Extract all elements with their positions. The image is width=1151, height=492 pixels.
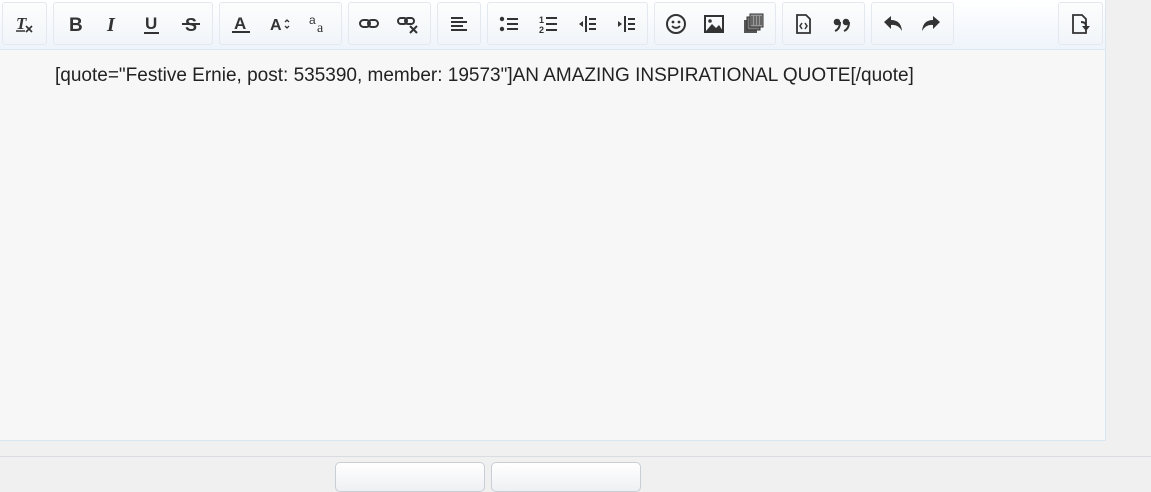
smilie-button[interactable]: [660, 7, 692, 41]
italic-icon: I: [102, 13, 124, 35]
font-family-icon: aa: [308, 13, 330, 35]
media-button[interactable]: [737, 7, 769, 41]
bold-icon: B: [64, 13, 86, 35]
toolbar-group-history: [871, 2, 954, 45]
numbered-list-button[interactable]: 12: [532, 7, 564, 41]
svg-text:a: a: [309, 13, 316, 27]
editor-textarea[interactable]: [quote="Festive Ernie, post: 535390, mem…: [0, 50, 1106, 441]
remove-link-button[interactable]: [392, 7, 424, 41]
redo-icon: [920, 13, 942, 35]
toolbar-group-align: [437, 2, 481, 45]
toolbar-group-mode: [1058, 2, 1103, 45]
toolbar-group-lists: 12: [487, 2, 648, 45]
align-left-button[interactable]: [443, 7, 475, 41]
toggle-bbcode-button[interactable]: [1064, 7, 1096, 41]
font-size-icon: A: [269, 13, 291, 35]
insert-image-icon: [703, 13, 725, 35]
strikethrough-icon: S: [180, 13, 202, 35]
align-left-icon: [448, 13, 470, 35]
italic-button[interactable]: I: [97, 7, 129, 41]
undo-icon: [882, 13, 904, 35]
indent-button[interactable]: [610, 7, 642, 41]
numbered-list-icon: 12: [537, 13, 559, 35]
svg-text:B: B: [69, 15, 83, 35]
toggle-bbcode-icon: [1069, 13, 1091, 35]
toolbar-group-code: [782, 2, 865, 45]
text-color-button[interactable]: A: [225, 7, 257, 41]
code-button[interactable]: [787, 7, 819, 41]
svg-text:2: 2: [539, 25, 544, 35]
redo-button[interactable]: [915, 7, 947, 41]
remove-format-icon: T: [13, 13, 35, 35]
quote-icon: [831, 13, 853, 35]
outdent-icon: [576, 13, 598, 35]
toolbar-group-clear: T: [2, 2, 47, 45]
underline-button[interactable]: U: [136, 7, 168, 41]
toolbar-group-text-style: B I U S: [53, 2, 213, 45]
svg-text:I: I: [106, 14, 116, 35]
quote-button[interactable]: [826, 7, 858, 41]
bulleted-list-icon: [498, 13, 520, 35]
insert-image-button[interactable]: [698, 7, 730, 41]
svg-text:A: A: [234, 14, 246, 33]
footer-button-secondary[interactable]: [491, 462, 641, 492]
outdent-button[interactable]: [571, 7, 603, 41]
code-icon: [792, 13, 814, 35]
smilie-icon: [665, 13, 687, 35]
bulleted-list-button[interactable]: [493, 7, 525, 41]
media-icon: [742, 13, 764, 35]
editor-content[interactable]: [quote="Festive Ernie, post: 535390, mem…: [55, 65, 914, 87]
toolbar-group-font: A A aa: [219, 2, 342, 45]
svg-text:1: 1: [539, 15, 544, 25]
undo-button[interactable]: [877, 7, 909, 41]
editor-toolbar: T B I U S A: [0, 0, 1106, 50]
font-size-button[interactable]: A: [264, 7, 296, 41]
svg-text:T: T: [16, 14, 27, 33]
remove-link-icon: [397, 13, 419, 35]
insert-link-button[interactable]: [353, 7, 385, 41]
bold-button[interactable]: B: [59, 7, 91, 41]
footer-button-primary[interactable]: [335, 462, 485, 492]
toolbar-group-link: [348, 2, 431, 45]
strikethrough-button[interactable]: S: [175, 7, 207, 41]
svg-text:A: A: [270, 17, 282, 34]
insert-link-icon: [358, 13, 380, 35]
footer-divider: [0, 456, 1151, 457]
remove-format-button[interactable]: T: [8, 7, 40, 41]
text-color-icon: A: [230, 13, 252, 35]
svg-text:a: a: [317, 21, 324, 35]
svg-text:U: U: [145, 14, 157, 33]
indent-icon: [615, 13, 637, 35]
toolbar-group-insert: [654, 2, 776, 45]
font-family-button[interactable]: aa: [303, 7, 335, 41]
underline-icon: U: [141, 13, 163, 35]
